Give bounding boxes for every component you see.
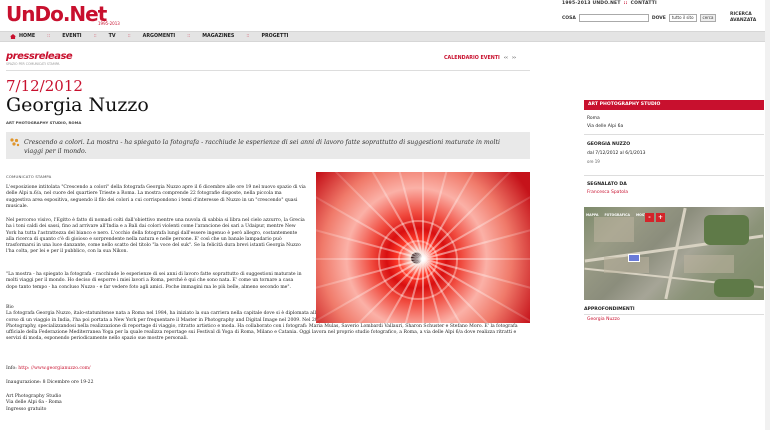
map-road (664, 207, 687, 300)
calendar-nav: CALENDARIO EVENTI ‹‹ ›› (444, 55, 516, 61)
main-nav: HOME :: EVENTI :: TV :: ARGOMENTI :: MAG… (0, 31, 770, 42)
search-button[interactable]: cerca (699, 14, 717, 22)
map-park (714, 279, 754, 297)
zoom-in-button[interactable]: + (656, 213, 665, 222)
next-arrow-icon[interactable]: ›› (512, 55, 516, 61)
map-zoom-controls: - + (645, 213, 665, 222)
contacts-link[interactable]: CONTATTI (631, 1, 657, 6)
photo-light-ray (422, 172, 424, 260)
photo-light-ray (316, 258, 423, 261)
copyright-text: 1995-2013 UNDO.NET (562, 1, 621, 6)
photo-light-ray (422, 178, 530, 260)
venue-street: Via delle Alpi 6a (587, 124, 624, 129)
divider (584, 175, 764, 176)
scrollbar[interactable] (765, 0, 770, 430)
divider (584, 134, 764, 135)
info-label: Info: (6, 366, 17, 371)
event-time: ore 19 (587, 159, 600, 164)
photo-light-ray (423, 258, 530, 261)
map-tab[interactable]: FOTOGRAFICA (604, 213, 629, 217)
nav-progetti[interactable]: PROGETTI (261, 34, 288, 39)
body-paragraph-1: L'esposizione intitolata "Crescendo a co… (6, 185, 306, 209)
quote-dots-icon (10, 138, 20, 147)
advanced-search-link[interactable]: RICERCA AVANZATA (730, 12, 756, 24)
zoom-out-button[interactable]: - (645, 213, 654, 222)
advanced-line-2: AVANZATA (730, 18, 757, 23)
photo-light-ray (422, 259, 424, 323)
search-bar: COSA DOVE tutto il sito cerca (562, 13, 717, 23)
event-dates: dal 7/12/2012 al 6/1/2013 (587, 151, 646, 156)
map-block (594, 217, 634, 242)
divider (6, 70, 530, 71)
home-icon (10, 34, 16, 39)
venue-city: Roma (587, 116, 600, 121)
info-line: Info: http: //www.georgianuzzo.com/ (6, 366, 91, 372)
prev-arrow-icon[interactable]: ‹‹ (504, 55, 508, 61)
body-paragraph-2: Nel percorso visivo, l'Egitto è fatto di… (6, 218, 305, 255)
pressrelease-logo[interactable]: pressrelease (6, 51, 73, 62)
site-logo[interactable]: UnDo.Net (6, 2, 107, 26)
reported-by-label: SEGNALATO DA (587, 182, 627, 187)
exhibition-photo (316, 172, 530, 323)
logo-years: 1995-2013 (98, 21, 120, 26)
nav-tv[interactable]: TV (109, 34, 116, 39)
location-map[interactable] (584, 207, 764, 300)
map-marker-icon[interactable] (628, 254, 640, 262)
search-input[interactable] (578, 14, 649, 22)
venue-header[interactable]: ART PHOTOGRAPHY STUDIO (584, 100, 764, 110)
quote-paragraph: "La mostra - ha spiegato la fotografa - … (6, 272, 302, 290)
further-reading-label: APPROFONDIMENTI (584, 307, 764, 315)
artist-name: GEORGIA NUZZO (587, 142, 631, 147)
venue-subtitle: ART PHOTOGRAPHY STUDIO, ROMA (6, 120, 82, 125)
copyright-links: 1995-2013 UNDO.NET:: CONTATTI (562, 1, 657, 6)
further-reading-link[interactable]: Georgia Nuzzo (587, 317, 620, 322)
nav-label: HOME (19, 34, 36, 39)
logo-main: UnDo (6, 2, 64, 26)
website-link[interactable]: http: //www.georgianuzzo.com/ (18, 366, 90, 371)
map-block (604, 257, 649, 273)
map-tabs: MAPPA FOTOGRAFICA MOSTRA (586, 213, 651, 217)
calendar-link[interactable]: CALENDARIO EVENTI (444, 56, 500, 61)
pressrelease-subtitle: SPAZIO PER COMUNICATI STAMPA (6, 62, 60, 66)
nav-home[interactable]: HOME (10, 34, 35, 39)
address-line: Ingresso gratuito (6, 406, 47, 412)
map-tab[interactable]: MAPPA (586, 213, 598, 217)
nav-argomenti[interactable]: ARGOMENTI (143, 34, 176, 39)
address-block: Art Photography Studio Via delle Alpi 6a… (6, 394, 206, 413)
body-paragraph-3: "La mostra - ha spiegato la fotografa - … (6, 272, 306, 291)
where-select[interactable]: tutto il sito (668, 14, 697, 22)
where-label: DOVE (651, 15, 666, 21)
event-date: 7/12/2012 (6, 77, 83, 95)
quote-text: Crescendo a colori. La mostra - ha spieg… (24, 139, 500, 155)
page-title: Georgia Nuzzo (6, 94, 149, 116)
nav-eventi[interactable]: EVENTI (62, 34, 81, 39)
map-park (704, 215, 749, 245)
search-label: COSA (562, 15, 576, 21)
inauguration-text: Inaugurazione: 8 Dicembre ore 19-22 (6, 380, 94, 385)
nav-magazines[interactable]: MAGAZINES (202, 34, 234, 39)
section-label: COMUNICATO STAMPA (6, 174, 52, 179)
reported-by-name[interactable]: Francesca Spatola (587, 190, 628, 195)
map-block (684, 255, 734, 273)
